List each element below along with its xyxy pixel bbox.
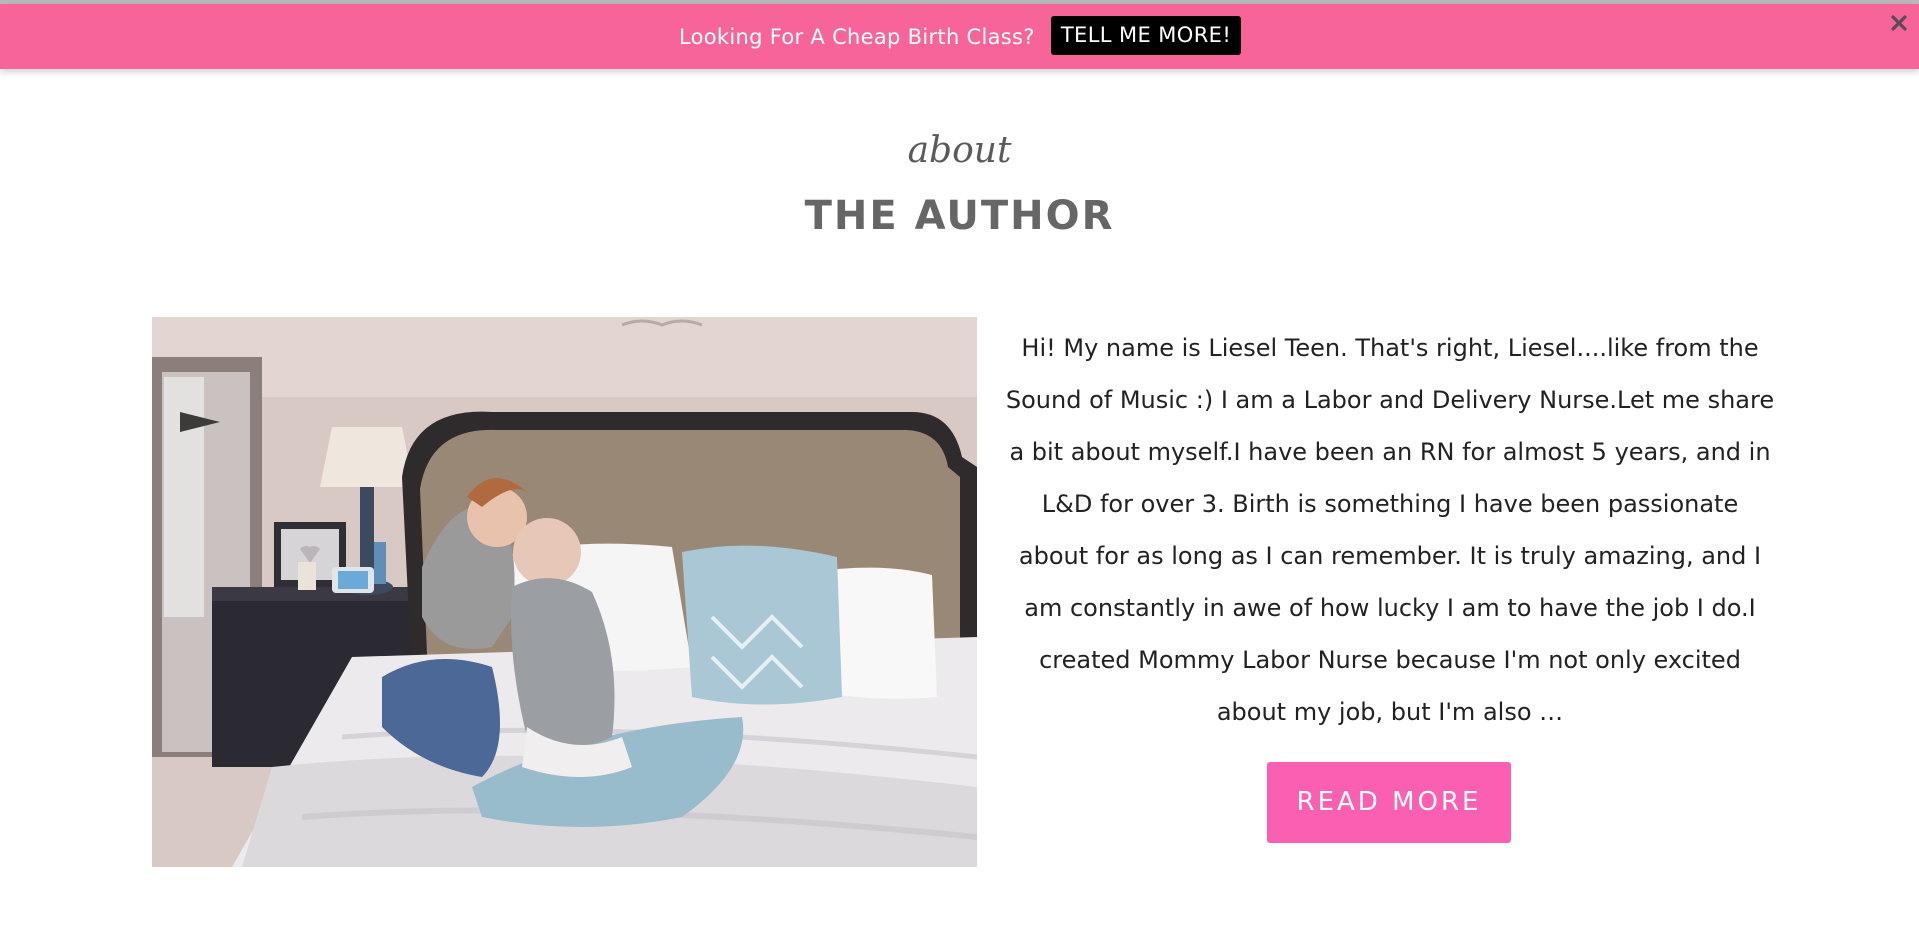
- promo-text: Looking For A Cheap Birth Class?: [679, 25, 1035, 49]
- read-more-button[interactable]: READ MORE: [1267, 762, 1511, 843]
- close-icon[interactable]: [1890, 14, 1908, 32]
- author-bio: Hi! My name is Liesel Teen. That's right…: [1005, 334, 1775, 726]
- promo-bar: Looking For A Cheap Birth Class? TELL ME…: [0, 4, 1919, 69]
- section-heading: THE AUTHOR: [804, 193, 1115, 239]
- author-photo: [152, 317, 977, 867]
- about-script-label: about: [907, 130, 1012, 171]
- tell-me-more-button[interactable]: TELL ME MORE!: [1051, 16, 1241, 55]
